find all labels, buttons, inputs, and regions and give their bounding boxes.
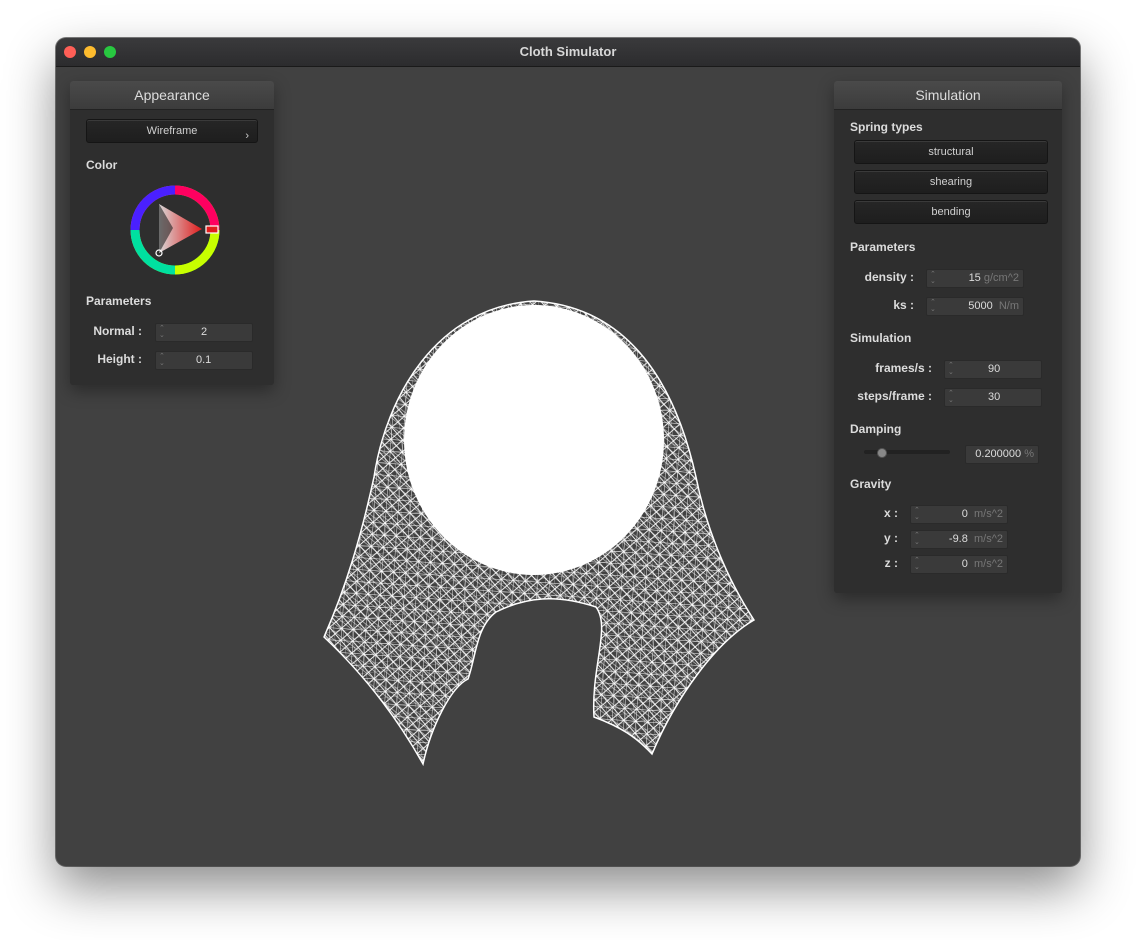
damping-slider-thumb[interactable] [877,448,887,458]
simulation-panel: Simulation Spring types structural shear… [834,81,1062,593]
shearing-label: shearing [929,176,973,188]
density-label: density : [864,270,914,284]
ks-value-group: 5000 N/m [968,300,1019,312]
hue-selector-handle[interactable] [205,225,219,234]
spinner-icon[interactable]: ⌃ ⌄ [914,507,920,521]
damping-value-group: 0.200000 % [975,448,1034,460]
shearing-toggle[interactable]: shearing [854,170,1048,194]
bending-toggle[interactable]: bending [854,200,1048,224]
gravity-y-value: -9.8 [948,533,968,545]
render-viewport[interactable]: Appearance Wireframe › Color Parameters … [56,67,1080,866]
damping-unit: % [1024,448,1034,460]
damping-input[interactable]: 0.200000 % [965,445,1039,464]
spinner-icon[interactable]: ⌃ ⌄ [930,271,936,285]
appearance-panel: Appearance Wireframe › Color Parameters … [70,81,274,385]
spinner-icon[interactable]: ⌃ ⌄ [914,557,920,571]
sim-parameters-label: Parameters [850,240,916,254]
shader-select-label: Wireframe [146,125,198,137]
sphere [404,305,664,575]
spinner-icon[interactable]: ⌃ ⌄ [914,532,920,546]
height-input[interactable]: ⌃ ⌄ 0.1 [155,351,253,370]
gravity-z-unit: m/s^2 [974,558,1003,570]
damping-label: Damping [850,422,902,436]
cloth-mesh [323,300,756,767]
structural-label: structural [928,146,974,158]
gravity-x-label: x : [883,506,898,520]
fps-value: 90 [988,363,1001,375]
damping-value: 0.200000 [975,448,1022,460]
title-bar: Cloth Simulator [56,38,1080,67]
normal-input[interactable]: ⌃ ⌄ 2 [155,323,253,342]
spinner-icon[interactable]: ⌃ ⌄ [159,353,165,367]
gravity-y-unit: m/s^2 [974,533,1003,545]
height-value: 0.1 [196,354,212,366]
chevron-right-icon: › [245,130,249,142]
gravity-y-label: y : [883,531,898,545]
ks-input[interactable]: ⌃ ⌄ 5000 N/m [926,297,1024,316]
spinner-icon[interactable]: ⌃ ⌄ [159,325,165,339]
density-unit: g/cm^2 [983,272,1019,284]
spinner-icon[interactable]: ⌃ ⌄ [948,390,954,404]
structural-toggle[interactable]: structural [854,140,1048,164]
gravity-y-input[interactable]: ⌃ ⌄ -9.8 m/s^2 [910,530,1008,549]
density-value: 15 [968,272,981,284]
gravity-y-group: -9.8 m/s^2 [949,533,1003,545]
steps-input[interactable]: ⌃ ⌄ 30 [944,388,1042,407]
appearance-panel-title[interactable]: Appearance [70,81,274,110]
fps-input[interactable]: ⌃ ⌄ 90 [944,360,1042,379]
density-input[interactable]: ⌃ ⌄ 15 g/cm^2 [926,269,1024,288]
window-title: Cloth Simulator [519,44,617,59]
color-wheel[interactable] [128,183,222,277]
normal-label: Normal : [93,324,142,338]
gravity-x-input[interactable]: ⌃ ⌄ 0 m/s^2 [910,505,1008,524]
spring-types-label: Spring types [850,120,923,134]
gravity-x-group: 0 m/s^2 [962,508,1003,520]
gravity-x-unit: m/s^2 [974,508,1003,520]
height-label: Height : [97,352,142,366]
steps-value: 30 [988,391,1001,403]
shader-select[interactable]: Wireframe › [86,119,258,143]
steps-label: steps/frame : [857,389,932,403]
appearance-parameters-label: Parameters [86,294,152,308]
gravity-z-value: 0 [961,558,968,570]
ks-unit: N/m [998,300,1019,312]
fps-label: frames/s : [875,361,932,375]
damping-slider[interactable] [864,448,950,458]
spinner-icon[interactable]: ⌃ ⌄ [930,299,936,313]
color-section-label: Color [86,158,118,172]
ks-label: ks : [893,298,914,312]
gravity-z-label: z : [884,556,898,570]
simulation-section-label: Simulation [850,331,912,345]
normal-value: 2 [201,326,208,338]
gravity-x-value: 0 [961,508,968,520]
gravity-z-group: 0 m/s^2 [962,558,1003,570]
bending-label: bending [931,206,971,218]
ks-value: 5000 [968,300,993,312]
app-window: Cloth Simulator Appearance Wireframe › C… [56,38,1080,866]
gravity-z-input[interactable]: ⌃ ⌄ 0 m/s^2 [910,555,1008,574]
gravity-label: Gravity [850,477,892,491]
spinner-icon[interactable]: ⌃ ⌄ [948,362,954,376]
simulation-panel-title[interactable]: Simulation [834,81,1062,110]
density-value-group: 15 g/cm^2 [969,272,1019,284]
